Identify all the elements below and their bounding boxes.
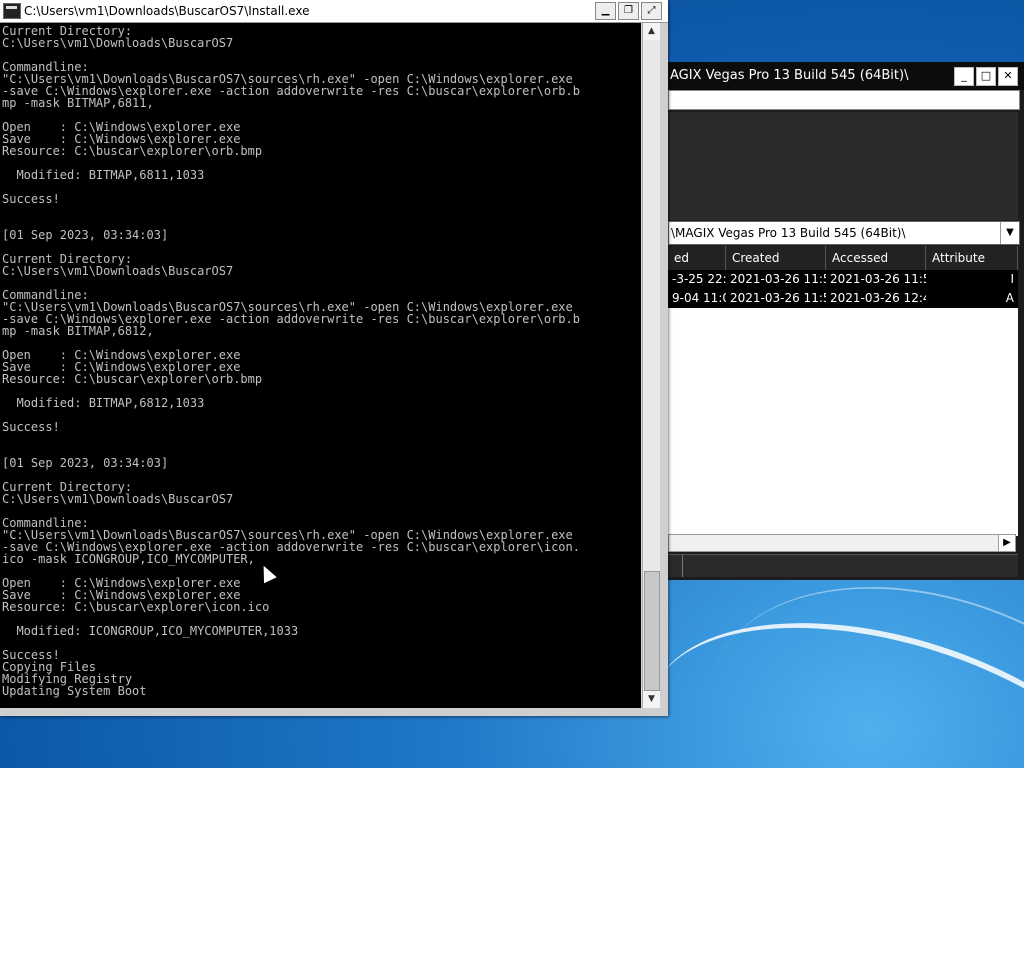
explorer-path-combobox[interactable]: \MAGIX Vegas Pro 13 Build 545 (64Bit)\ ▼ — [668, 221, 1020, 245]
console-line: C:\Users\vm1\Downloads\BuscarOS7 — [2, 492, 234, 506]
console-line: Modified: BITMAP,6812,1033 — [2, 396, 205, 410]
console-output[interactable]: Current Directory: C:\Users\vm1\Download… — [0, 23, 641, 708]
console-restore-button[interactable]: ❐ — [618, 2, 639, 20]
scroll-right-icon[interactable]: ▶ — [998, 535, 1015, 551]
console-minimize-button[interactable]: ▁ — [595, 2, 616, 20]
file-list-header: ed Created Accessed Attribute — [668, 246, 1018, 270]
explorer-status-bar — [668, 554, 1018, 577]
cell-modified: -3-25 22:12 — [672, 272, 726, 286]
console-line: [01 Sep 2023, 03:34:03] — [2, 456, 169, 470]
scroll-up-icon[interactable]: ▲ — [643, 23, 660, 40]
console-line: Modified: BITMAP,6811,1033 — [2, 168, 205, 182]
console-line: Updating System Boot — [2, 684, 147, 698]
column-header-attribute[interactable]: Attribute — [926, 246, 1018, 270]
console-line: [01 Sep 2023, 03:34:03] — [2, 228, 169, 242]
scroll-down-icon[interactable]: ▼ — [643, 691, 660, 708]
column-header-accessed[interactable]: Accessed — [826, 246, 926, 270]
column-header-created[interactable]: Created — [726, 246, 826, 270]
cell-modified: 9-04 11:09 — [672, 291, 726, 305]
explorer-titlebar[interactable]: AGIX Vegas Pro 13 Build 545 (64Bit)\ _ □… — [668, 62, 1024, 90]
explorer-panel — [668, 112, 1018, 220]
explorer-toolbar-field[interactable] — [668, 90, 1020, 110]
console-line: C:\Users\vm1\Downloads\BuscarOS7 — [2, 264, 234, 278]
cell-attribute: I — [1010, 272, 1014, 286]
window-frame-right — [660, 23, 668, 716]
cell-accessed: 2021-03-26 11:59 — [830, 272, 926, 286]
console-line: Success! — [2, 192, 60, 206]
console-line: Resource: C:\buscar\explorer\orb.bmp — [2, 144, 263, 158]
console-window[interactable]: C:\Users\vm1\Downloads\BuscarOS7\Install… — [0, 0, 668, 716]
window-frame-bottom — [0, 708, 668, 716]
console-close-button[interactable]: ⤢ — [641, 2, 662, 20]
cell-attribute: A — [1005, 291, 1014, 305]
console-line: mp -mask BITMAP,6811, — [2, 96, 154, 110]
console-titlebar[interactable]: C:\Users\vm1\Downloads\BuscarOS7\Install… — [0, 0, 668, 23]
console-line: mp -mask BITMAP,6812, — [2, 324, 154, 338]
table-row[interactable]: 9-04 11:09 2021-03-26 11:59 2021-03-26 1… — [668, 289, 1018, 308]
console-line: Modified: ICONGROUP,ICO_MYCOMPUTER,1033 — [2, 624, 299, 638]
console-text: Current Directory: C:\Users\vm1\Download… — [0, 23, 641, 697]
console-vertical-scrollbar[interactable]: ▲ ▼ — [642, 23, 660, 708]
table-row[interactable]: -3-25 22:12 2021-03-26 11:59 2021-03-26 … — [668, 270, 1018, 289]
explorer-window[interactable]: AGIX Vegas Pro 13 Build 545 (64Bit)\ _ □… — [668, 62, 1024, 580]
console-line: C:\Users\vm1\Downloads\BuscarOS7 — [2, 36, 234, 50]
explorer-minimize-button[interactable]: _ — [954, 67, 974, 86]
console-line: Resource: C:\buscar\explorer\icon.ico — [2, 600, 270, 614]
explorer-title: AGIX Vegas Pro 13 Build 545 (64Bit)\ — [670, 68, 909, 83]
scrollbar-thumb[interactable] — [644, 571, 660, 691]
file-list[interactable]: ed Created Accessed Attribute -3-25 22:1… — [668, 246, 1018, 536]
status-divider — [682, 555, 683, 577]
cell-created: 2021-03-26 11:59 — [730, 291, 826, 305]
column-header-modified[interactable]: ed — [668, 246, 726, 270]
console-title: C:\Users\vm1\Downloads\BuscarOS7\Install… — [24, 4, 310, 18]
console-line: Resource: C:\buscar\explorer\orb.bmp — [2, 372, 263, 386]
chevron-down-icon[interactable]: ▼ — [1000, 222, 1019, 244]
console-line: ico -mask ICONGROUP,ICO_MYCOMPUTER, — [2, 552, 255, 566]
explorer-maximize-button[interactable]: □ — [976, 67, 996, 86]
console-app-icon[interactable] — [3, 3, 21, 19]
explorer-close-button[interactable]: ✕ — [998, 67, 1018, 86]
console-line: Success! — [2, 420, 60, 434]
horizontal-scrollbar[interactable]: ▶ — [668, 534, 1016, 552]
cell-created: 2021-03-26 11:59 — [730, 272, 826, 286]
cell-accessed: 2021-03-26 12:46 — [830, 291, 926, 305]
explorer-path-text: \MAGIX Vegas Pro 13 Build 545 (64Bit)\ — [671, 226, 906, 240]
